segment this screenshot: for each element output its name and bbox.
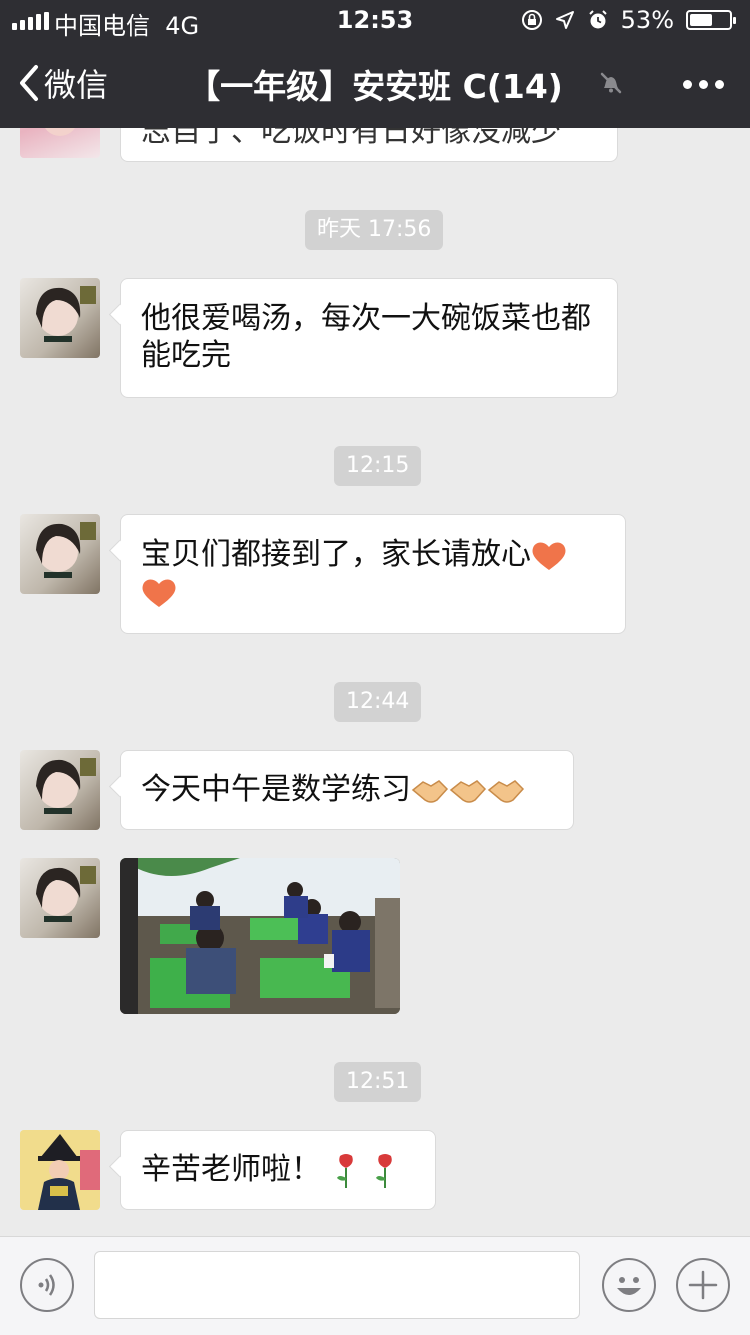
handshake-emoji-icon bbox=[449, 779, 487, 803]
more-button[interactable] bbox=[683, 80, 724, 89]
message-input[interactable] bbox=[94, 1251, 580, 1319]
message-bubble[interactable]: 他很爱喝汤，每次一大碗饭菜也都能吃完 bbox=[120, 278, 618, 398]
message-text: 他很爱喝汤，每次一大碗饭菜也都能吃完 bbox=[141, 301, 591, 373]
message-row: 他很爱喝汤，每次一大碗饭菜也都能吃完 bbox=[0, 278, 750, 398]
message-row: 志自了、吃饭时有日好像没减少 bbox=[0, 128, 750, 168]
message-row: 今天中午是数学练习 bbox=[0, 750, 750, 830]
rose-emoji-icon bbox=[376, 1153, 392, 1188]
message-row: 辛苦老师啦！ bbox=[0, 1130, 750, 1210]
voice-icon bbox=[38, 1274, 55, 1296]
handshake-emoji-icon bbox=[487, 779, 525, 803]
emoji-button[interactable] bbox=[602, 1258, 656, 1312]
voice-button[interactable] bbox=[20, 1258, 74, 1312]
teacher-avatar[interactable] bbox=[20, 858, 100, 938]
message-text: 宝贝们都接到了，家长请放心 bbox=[141, 537, 531, 572]
heart-emoji-icon bbox=[142, 579, 176, 607]
more-functions-button[interactable] bbox=[676, 1258, 730, 1312]
message-bubble[interactable]: 今天中午是数学练习 bbox=[120, 750, 574, 830]
timestamp: 12:15 bbox=[334, 446, 422, 486]
battery-icon bbox=[686, 10, 736, 30]
message-bubble[interactable]: 志自了、吃饭时有日好像没减少 bbox=[120, 128, 618, 162]
chat-title: 【一年级】安安班 C(14) bbox=[187, 67, 563, 106]
parent-avatar[interactable] bbox=[20, 1130, 100, 1210]
message-text: 今天中午是数学练习 bbox=[141, 772, 411, 807]
nav-bar: 微信 【一年级】安安班 C(14) bbox=[0, 40, 750, 128]
message-text: 辛苦老师啦！ bbox=[141, 1152, 321, 1187]
chat-area[interactable]: 志自了、吃饭时有日好像没减少 昨天 17:56 他很爱喝汤，每次一大碗饭菜也都能… bbox=[0, 128, 750, 1236]
plus-icon bbox=[688, 1270, 718, 1300]
teacher-avatar[interactable] bbox=[20, 750, 100, 830]
handshake-emoji-icon bbox=[411, 779, 449, 803]
rose-emoji-icon bbox=[336, 1153, 353, 1188]
battery-percent: 53% bbox=[620, 6, 674, 34]
message-row bbox=[0, 858, 750, 1014]
back-label: 微信 bbox=[44, 66, 109, 104]
timestamp: 12:44 bbox=[334, 682, 422, 722]
teacher-avatar[interactable] bbox=[20, 514, 100, 594]
chevron-left-icon bbox=[20, 65, 38, 101]
alarm-icon bbox=[588, 10, 607, 29]
smiley-icon bbox=[617, 1277, 641, 1295]
timestamp: 12:51 bbox=[334, 1062, 422, 1102]
message-bubble[interactable]: 辛苦老师啦！ bbox=[120, 1130, 436, 1210]
message-row: 宝贝们都接到了，家长请放心 bbox=[0, 514, 750, 634]
teacher-avatar[interactable] bbox=[20, 128, 100, 158]
heart-emoji-icon bbox=[532, 542, 566, 570]
teacher-avatar[interactable] bbox=[20, 278, 100, 358]
timestamp: 昨天 17:56 bbox=[305, 210, 444, 250]
orientation-lock-icon bbox=[521, 10, 542, 30]
message-bubble[interactable]: 宝贝们都接到了，家长请放心 bbox=[120, 514, 626, 634]
classroom-photo[interactable] bbox=[120, 858, 400, 1014]
title-bar: 中国电信 4G 12:53 53% 微信 【一年级】安安班 C(14) bbox=[0, 0, 750, 128]
status-bar: 中国电信 4G 12:53 53% bbox=[0, 0, 750, 40]
input-bar bbox=[0, 1236, 750, 1335]
mute-bell-icon bbox=[600, 72, 622, 94]
location-icon bbox=[555, 11, 574, 29]
message-text: 志自了、吃饭时有日好像没减少 bbox=[141, 128, 561, 149]
back-button[interactable]: 微信 bbox=[18, 60, 108, 106]
